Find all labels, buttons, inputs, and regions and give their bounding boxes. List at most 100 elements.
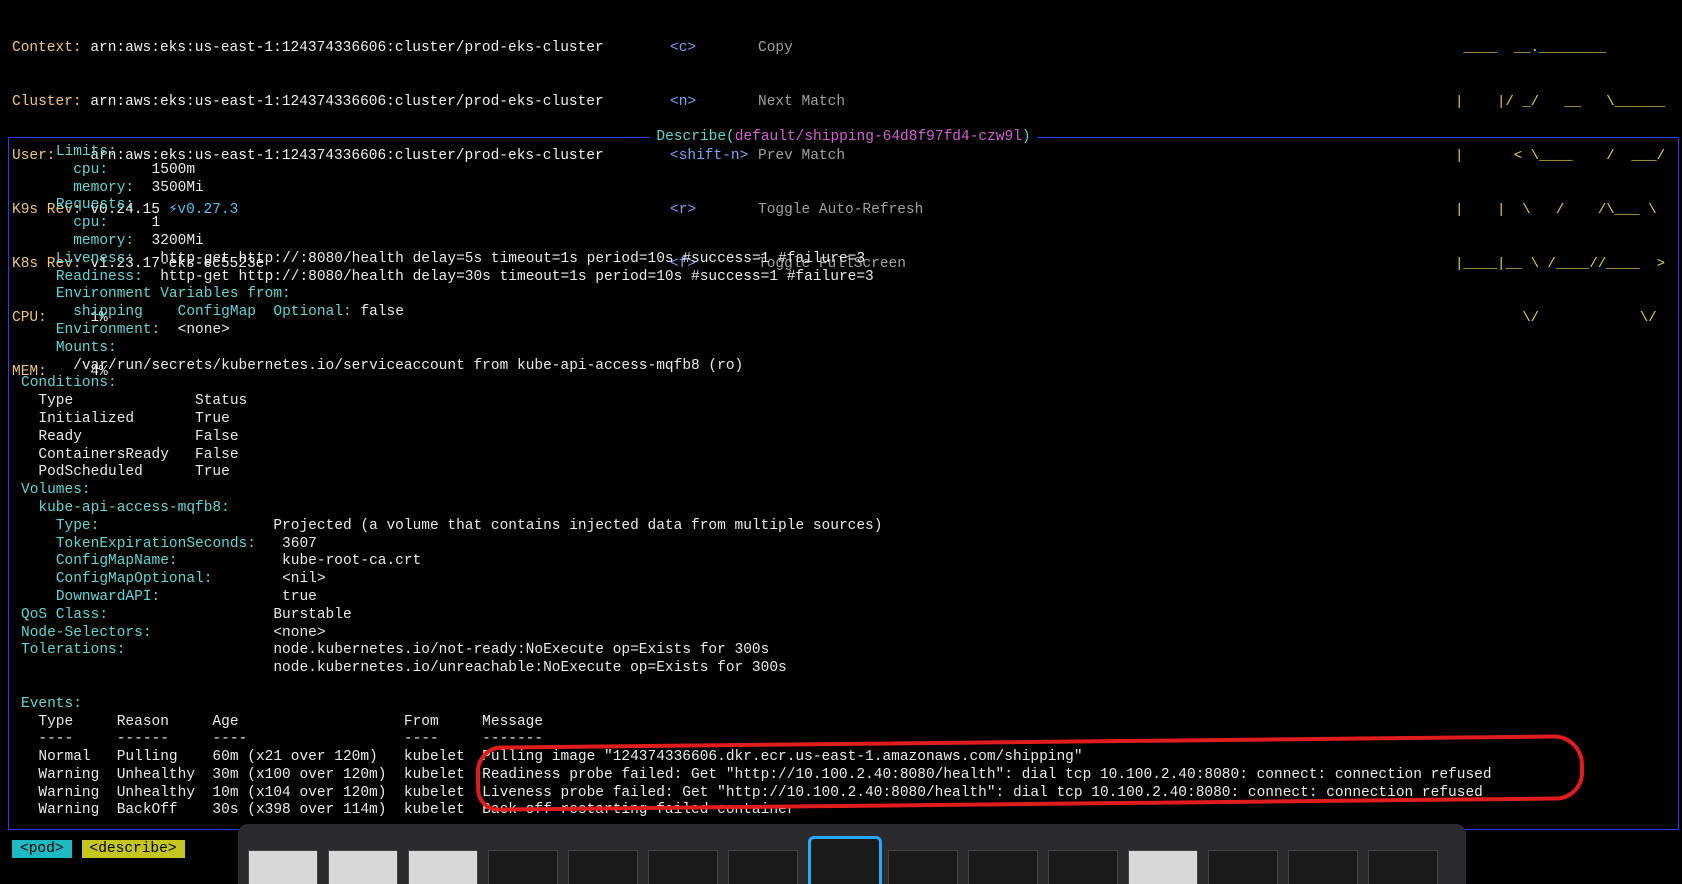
describe-key: memory: xyxy=(73,179,135,196)
describe-line: ContainersReady False xyxy=(21,447,1492,465)
describe-value: Type Reason Age From Message xyxy=(38,713,544,730)
describe-key: Liveness: xyxy=(55,250,135,267)
describe-value: true xyxy=(160,588,317,605)
describe-line: memory: 3200Mi xyxy=(21,233,1492,251)
describe-line: TokenExpirationSeconds: 3607 xyxy=(21,536,1492,554)
describe-key: Requests: xyxy=(55,197,135,214)
describe-key: Events: xyxy=(21,695,82,712)
describe-line: Ready False xyxy=(21,429,1492,447)
context-label: Context: xyxy=(12,40,82,56)
describe-value: <nil> xyxy=(212,571,326,588)
describe-line: Limits: xyxy=(21,144,1492,162)
cluster-value: arn:aws:eks:us-east-1:124374336606:clust… xyxy=(90,94,604,110)
describe-line: memory: 3500Mi xyxy=(21,180,1492,198)
describe-line: Volumes: xyxy=(21,482,1492,500)
describe-line: cpu: 1 xyxy=(21,215,1492,233)
describe-value: 3500Mi xyxy=(134,179,204,196)
describe-key: Node-Selectors: xyxy=(21,624,152,641)
window-thumbnail[interactable] xyxy=(248,850,318,884)
describe-value: node.kubernetes.io/unreachable:NoExecute… xyxy=(21,660,787,677)
describe-key: Environment: xyxy=(55,321,161,338)
describe-line: /var/run/secrets/kubernetes.io/serviceac… xyxy=(21,358,1492,376)
window-thumbnail[interactable] xyxy=(728,850,798,884)
describe-key: kube-api-access-mqfb8: xyxy=(38,499,230,516)
describe-key: QoS Class: xyxy=(21,606,109,623)
window-thumbnail[interactable] xyxy=(968,850,1038,884)
crumb-pod[interactable]: <pod> xyxy=(12,840,72,858)
crumb-describe[interactable]: <describe> xyxy=(81,840,185,858)
describe-line: DownwardAPI: true xyxy=(21,589,1492,607)
describe-line: Mounts: xyxy=(21,340,1492,358)
describe-value: http-get http://:8080/health delay=5s ti… xyxy=(134,250,866,267)
describe-key: Volumes: xyxy=(21,482,91,499)
describe-line: Type Reason Age From Message xyxy=(21,714,1492,732)
window-thumbnail[interactable] xyxy=(1288,850,1358,884)
window-thumbnail[interactable] xyxy=(328,850,398,884)
describe-value: Type Status xyxy=(38,393,248,410)
describe-value: PodScheduled True xyxy=(38,464,230,481)
describe-value: 1 xyxy=(108,215,161,232)
describe-key: cpu: xyxy=(73,215,109,232)
describe-value: /var/run/secrets/kubernetes.io/serviceac… xyxy=(73,357,744,374)
describe-line: Liveness: http-get http://:8080/health d… xyxy=(21,251,1492,269)
describe-key: Mounts: xyxy=(55,339,117,356)
describe-key: memory: xyxy=(73,232,135,249)
describe-line: Environment: <none> xyxy=(21,322,1492,340)
describe-content: Limits: cpu: 1500m memory: 3500Mi Reques… xyxy=(21,144,1492,820)
describe-key: Tolerations: xyxy=(21,642,126,659)
describe-key: Type: xyxy=(55,517,100,534)
window-thumbnail[interactable] xyxy=(1048,850,1118,884)
describe-key: Limits: xyxy=(55,144,117,160)
describe-value: Projected (a volume that contains inject… xyxy=(99,517,883,534)
describe-resource: default/shipping-64d8f97fd4-czw9l xyxy=(734,129,1022,145)
cluster-label: Cluster: xyxy=(12,94,82,110)
describe-value: <none> xyxy=(160,321,230,338)
window-thumbnail[interactable] xyxy=(488,850,558,884)
describe-line xyxy=(21,678,1492,696)
describe-key: DownwardAPI: xyxy=(55,588,161,605)
describe-line: Tolerations: node.kubernetes.io/not-read… xyxy=(21,642,1492,660)
describe-key: ConfigMap Optional: xyxy=(177,304,352,321)
window-thumbnail[interactable] xyxy=(1128,850,1198,884)
shortcut-copy[interactable]: <c> Copy xyxy=(670,39,923,57)
describe-key: ConfigMapOptional: xyxy=(55,571,213,588)
describe-value: <none> xyxy=(151,624,326,641)
describe-key: cpu: xyxy=(73,161,109,178)
describe-line: node.kubernetes.io/unreachable:NoExecute… xyxy=(21,660,1492,678)
describe-line: ConfigMapName: kube-root-ca.crt xyxy=(21,553,1492,571)
describe-line: Requests: xyxy=(21,197,1492,215)
window-thumbnail[interactable] xyxy=(1368,850,1438,884)
describe-line: Node-Selectors: <none> xyxy=(21,625,1492,643)
window-thumbnail[interactable] xyxy=(648,850,718,884)
window-thumbnail[interactable] xyxy=(888,850,958,884)
describe-key: Conditions: xyxy=(21,375,117,392)
window-thumbnail[interactable] xyxy=(568,850,638,884)
window-thumbnail[interactable] xyxy=(1208,850,1278,884)
shortcut-next-match[interactable]: <n> Next Match xyxy=(670,93,923,111)
window-thumbnail[interactable] xyxy=(408,850,478,884)
describe-value: Ready False xyxy=(38,428,239,445)
describe-line: Conditions: xyxy=(21,375,1492,393)
describe-panel[interactable]: Describe(default/shipping-64d8f97fd4-czw… xyxy=(8,129,1679,830)
describe-value: ---- ------ ---- ---- ------- xyxy=(38,731,544,748)
describe-value: Burstable xyxy=(108,606,352,623)
describe-line: Type Status xyxy=(21,393,1492,411)
